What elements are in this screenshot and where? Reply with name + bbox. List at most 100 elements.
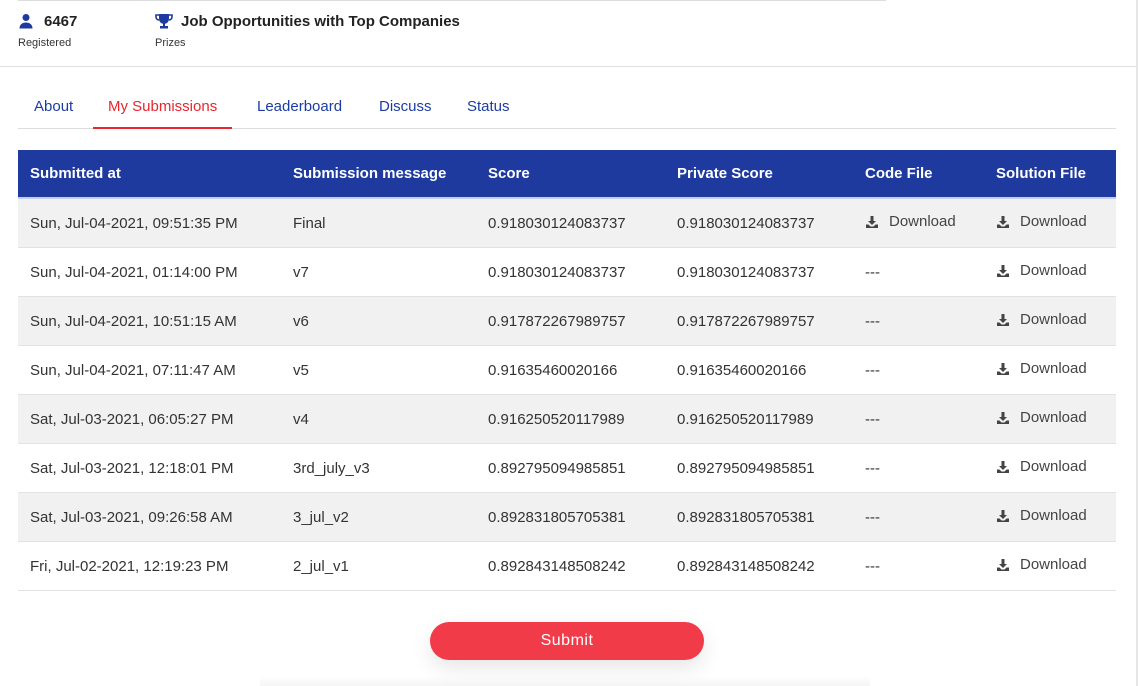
private-score-cell: 0.91635460020166	[677, 345, 865, 395]
score-cell: 0.918030124083737	[488, 247, 677, 297]
solution-file-cell-download-link[interactable]: Download	[996, 458, 1087, 475]
score-cell: 0.91635460020166	[488, 345, 677, 395]
score-cell: 0.916250520117989	[488, 394, 677, 444]
submission-message-cell: 3rd_july_v3	[293, 443, 488, 493]
download-icon	[996, 460, 1020, 474]
submission-message-cell: v5	[293, 345, 488, 395]
competition-tabs: About My Submissions Leaderboard Discuss…	[18, 86, 1116, 129]
download-label: Download	[1020, 556, 1087, 574]
code-file-cell: ---	[865, 492, 996, 542]
download-label: Download	[1020, 311, 1087, 329]
solution-file-cell: Download	[996, 198, 1116, 248]
registered-count: 6467	[44, 12, 78, 30]
table-row: Fri, Jul-02-2021, 12:19:23 PM 2_jul_v1 0.8…	[18, 541, 1116, 591]
solution-file-cell: Download	[996, 492, 1116, 542]
private-score-cell: 0.892843148508242	[677, 541, 865, 591]
table-row: Sat, Jul-03-2021, 09:26:58 AM 3_jul_v2 0.8…	[18, 492, 1116, 542]
submission-message-cell: v4	[293, 394, 488, 444]
solution-file-cell-download-link[interactable]: Download	[996, 360, 1087, 377]
solution-file-cell: Download	[996, 394, 1116, 444]
solution-file-cell-download-link[interactable]: Download	[996, 409, 1087, 426]
submitted-at-cell: Fri, Jul-02-2021, 12:19:23 PM	[18, 541, 293, 591]
solution-file-cell-download-link[interactable]: Download	[996, 556, 1087, 573]
registered-stat: 6467 Registered	[18, 11, 78, 50]
score-cell: 0.892831805705381	[488, 492, 677, 542]
table-row: Sat, Jul-03-2021, 06:05:27 PM v4 0.9162505…	[18, 394, 1116, 444]
download-icon	[865, 215, 889, 229]
download-icon	[996, 313, 1020, 327]
download-label: Download	[1020, 213, 1087, 231]
submissions-table: Submitted at Submission message Score Pr…	[18, 150, 1116, 591]
submitted-at-cell: Sat, Jul-03-2021, 06:05:27 PM	[18, 394, 293, 444]
code-file-cell: ---	[865, 296, 996, 346]
user-icon	[18, 13, 34, 29]
private-score-cell: 0.892795094985851	[677, 443, 865, 493]
code-file-cell: ---	[865, 394, 996, 444]
solution-file-cell: Download	[996, 345, 1116, 395]
score-cell: 0.918030124083737	[488, 198, 677, 248]
prizes-label: Prizes	[155, 37, 186, 49]
submitted-at-cell: Sun, Jul-04-2021, 10:51:15 AM	[18, 296, 293, 346]
submission-message-cell: Final	[293, 198, 488, 248]
solution-file-cell: Download	[996, 541, 1116, 591]
table-row: Sun, Jul-04-2021, 07:11:47 AM v5 0.9163546…	[18, 345, 1116, 395]
score-cell: 0.892843148508242	[488, 541, 677, 591]
header-submitted-at: Submitted at	[18, 150, 293, 199]
download-icon	[996, 509, 1020, 523]
solution-file-cell-download-link[interactable]: Download	[996, 311, 1087, 328]
download-label: Download	[1020, 507, 1087, 525]
tab-my-submissions[interactable]: My Submissions	[93, 86, 233, 129]
code-file-cell: ---	[865, 345, 996, 395]
solution-file-cell-download-link[interactable]: Download	[996, 262, 1087, 279]
score-cell: 0.917872267989757	[488, 296, 677, 346]
submission-message-cell: v6	[293, 296, 488, 346]
download-label: Download	[1020, 262, 1087, 280]
solution-file-cell: Download	[996, 296, 1116, 346]
table-header-row: Submitted at Submission message Score Pr…	[18, 150, 1116, 199]
registered-label: Registered	[18, 37, 72, 49]
private-score-cell: 0.892831805705381	[677, 492, 865, 542]
solution-file-cell-download-link[interactable]: Download	[996, 507, 1087, 524]
header-code-file: Code File	[865, 150, 996, 199]
private-score-cell: 0.916250520117989	[677, 394, 865, 444]
submission-message-cell: 2_jul_v1	[293, 541, 488, 591]
tab-discuss[interactable]: Discuss	[379, 86, 432, 128]
private-score-cell: 0.918030124083737	[677, 247, 865, 297]
solution-file-cell: Download	[996, 247, 1116, 297]
score-cell: 0.892795094985851	[488, 443, 677, 493]
private-score-cell: 0.918030124083737	[677, 198, 865, 248]
code-file-cell-download-link[interactable]: Download	[865, 213, 956, 230]
table-row: Sun, Jul-04-2021, 10:51:15 AM v6 0.9178722…	[18, 296, 1116, 346]
download-icon	[996, 215, 1020, 229]
code-file-cell: ---	[865, 541, 996, 591]
footer-shadow	[260, 676, 870, 686]
submitted-at-cell: Sun, Jul-04-2021, 09:51:35 PM	[18, 198, 293, 248]
code-file-cell: ---	[865, 247, 996, 297]
submit-button[interactable]: Submit	[430, 622, 704, 660]
header-score: Score	[488, 150, 677, 199]
download-label: Download	[889, 213, 956, 231]
tab-about[interactable]: About	[34, 86, 73, 128]
download-label: Download	[1020, 360, 1087, 378]
download-icon	[996, 264, 1020, 278]
solution-file-cell-download-link[interactable]: Download	[996, 213, 1087, 230]
prizes-stat: Job Opportunities with Top Companies Pri…	[155, 11, 460, 50]
trophy-icon	[155, 13, 173, 29]
tab-status[interactable]: Status	[467, 86, 510, 128]
download-label: Download	[1020, 409, 1087, 427]
code-file-cell: Download	[865, 198, 996, 248]
header-submission-message: Submission message	[293, 150, 488, 199]
competition-stats: 6467 Registered Job Opportunities with T…	[0, 0, 1136, 67]
submission-message-cell: 3_jul_v2	[293, 492, 488, 542]
download-icon	[996, 558, 1020, 572]
solution-file-cell: Download	[996, 443, 1116, 493]
submitted-at-cell: Sat, Jul-03-2021, 09:26:58 AM	[18, 492, 293, 542]
header-solution-file: Solution File	[996, 150, 1116, 199]
download-label: Download	[1020, 458, 1087, 476]
private-score-cell: 0.917872267989757	[677, 296, 865, 346]
prizes-value: Job Opportunities with Top Companies	[181, 12, 460, 30]
tab-leaderboard[interactable]: Leaderboard	[257, 86, 342, 128]
download-icon	[996, 362, 1020, 376]
submitted-at-cell: Sun, Jul-04-2021, 01:14:00 PM	[18, 247, 293, 297]
submitted-at-cell: Sun, Jul-04-2021, 07:11:47 AM	[18, 345, 293, 395]
